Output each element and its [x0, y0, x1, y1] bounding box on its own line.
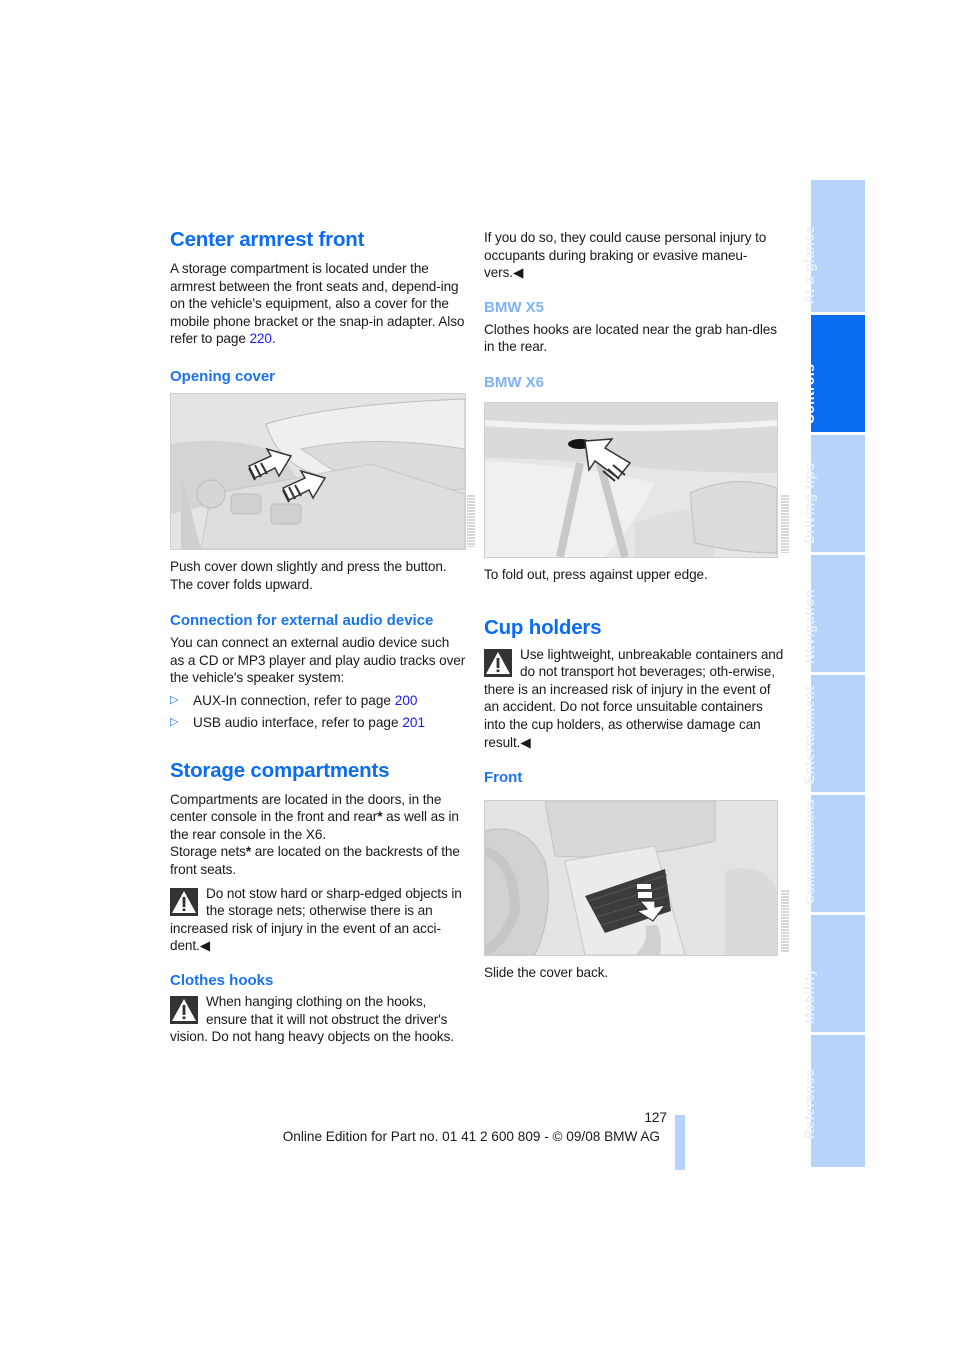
tab-label: Controls	[802, 363, 817, 424]
warning-text: Do not stow hard or sharp-edged objects …	[170, 885, 466, 955]
heading-opening-cover: Opening cover	[170, 367, 276, 385]
storage-paragraph-1: Compartments are located in the doors, i…	[170, 791, 466, 844]
armrest-text-end: .	[271, 331, 276, 347]
tab-label: Driving tips	[802, 462, 817, 544]
figure-clothes-hook-x6	[484, 402, 778, 558]
page-number: 127	[644, 1110, 667, 1125]
right-column: If you do so, they could cause personal …	[484, 229, 784, 393]
figure-armrest-opening	[170, 393, 466, 550]
tab-communications[interactable]: Communications	[803, 795, 865, 912]
armrest-text: A storage compartment is located under t…	[170, 261, 465, 347]
tab-label: Reference	[802, 1068, 817, 1139]
armrest-paragraph: A storage compartment is located under t…	[170, 260, 466, 348]
warning-triangle-icon	[170, 887, 198, 916]
heading-center-armrest-front: Center armrest front	[170, 228, 365, 251]
heading-external-audio: Connection for external audio device	[170, 612, 434, 630]
bullet-label: USB audio interface, refer to page	[193, 715, 403, 731]
x5-paragraph: Clothes hooks are located near the grab …	[484, 321, 777, 355]
warning-storage-nets: Do not stow hard or sharp-edged objects …	[170, 885, 466, 955]
tab-label: Communications	[803, 799, 817, 904]
audio-bullet-list: ▷ AUX-In connection, refer to page 200 ▷…	[170, 692, 466, 732]
warning-triangle-icon	[484, 648, 512, 677]
tab-controls[interactable]: Controls	[802, 315, 865, 432]
warning-text: When hanging clothing on the hooks, ensu…	[170, 994, 454, 1045]
tab-entertainment[interactable]: Entertainment	[802, 675, 865, 792]
tab-navigation[interactable]: Navigation	[802, 555, 865, 672]
tab-label: Mobility	[802, 968, 817, 1024]
footer-edition: Online Edition for Part no. 01 41 2 600 …	[282, 1129, 660, 1144]
triangle-bullet-icon: ▷	[170, 693, 179, 706]
warning-cup-holders: Use lightweight, unbreakable containers …	[484, 646, 784, 752]
audio-paragraph: You can connect an external audio device…	[170, 635, 466, 686]
tab-label: Entertainment	[802, 685, 817, 784]
heading-cup-holders: Cup holders	[484, 615, 602, 639]
warning-clothes-hooks: When hanging clothing on the hooks, ensu…	[170, 993, 466, 1046]
continued-paragraph: If you do so, they could cause personal …	[484, 229, 784, 282]
figure-code	[781, 890, 789, 952]
end-mark-icon: ◀	[199, 938, 211, 954]
warning-triangle-icon	[170, 996, 198, 1024]
heading-bmw-x5: BMW X5	[484, 298, 544, 316]
storage-text: Storage nets	[170, 844, 246, 860]
figure-code	[781, 495, 789, 553]
heading-clothes-hooks: Clothes hooks	[170, 972, 274, 989]
left-column: Center armrest front A storage compartme…	[170, 228, 466, 387]
right-column-3: Slide the cover back.	[484, 964, 784, 982]
armrest-illustration	[171, 394, 465, 549]
left-column-2: Push cover down slightly and press the b…	[170, 558, 466, 1046]
continued-text: If you do so, they could cause personal …	[484, 230, 767, 281]
opening-cover-caption: Push cover down slightly and press the b…	[170, 559, 447, 592]
warning-text: Use lightweight, unbreakable containers …	[484, 646, 784, 752]
triangle-bullet-icon: ▷	[170, 716, 179, 729]
front-caption: Slide the cover back.	[484, 965, 609, 980]
list-item: ▷ AUX-In connection, refer to page 200	[170, 692, 466, 710]
tab-label: Navigation	[802, 588, 817, 664]
x6-caption: To fold out, press against upper edge.	[484, 567, 708, 582]
heading-front: Front	[484, 769, 523, 787]
bullet-label: AUX-In connection, refer to page	[193, 692, 395, 708]
cup-holder-illustration	[485, 801, 777, 955]
footer-marker-bar	[675, 1115, 685, 1170]
end-mark-icon: ◀	[520, 734, 531, 750]
clothes-hook-illustration	[485, 403, 777, 557]
warning-body: Do not stow hard or sharp-edged objects …	[170, 885, 462, 954]
tab-label: At a glance	[802, 225, 817, 304]
tab-driving-tips[interactable]: Driving tips	[802, 435, 865, 552]
heading-storage-compartments: Storage compartments	[170, 758, 390, 782]
figure-cup-holder-front	[484, 800, 778, 956]
tab-mobility[interactable]: Mobility	[802, 915, 865, 1032]
figure-code	[467, 495, 475, 547]
tab-reference[interactable]: Reference	[802, 1035, 865, 1167]
bullet-text: AUX-In connection, refer to page 200	[193, 692, 417, 710]
tab-at-a-glance[interactable]: At a glance	[802, 180, 865, 312]
page-link-201[interactable]: 201	[402, 715, 425, 730]
storage-paragraph-2: Storage nets* are located on the backres…	[170, 843, 466, 878]
heading-bmw-x6: BMW X6	[484, 373, 544, 391]
right-column-2: To fold out, press against upper edge. C…	[484, 566, 784, 788]
page-link-220[interactable]: 220	[249, 331, 271, 346]
list-item: ▷ USB audio interface, refer to page 201	[170, 714, 466, 732]
page-link-200[interactable]: 200	[395, 693, 418, 708]
bullet-text: USB audio interface, refer to page 201	[193, 714, 425, 732]
end-mark-icon: ◀	[512, 265, 524, 281]
